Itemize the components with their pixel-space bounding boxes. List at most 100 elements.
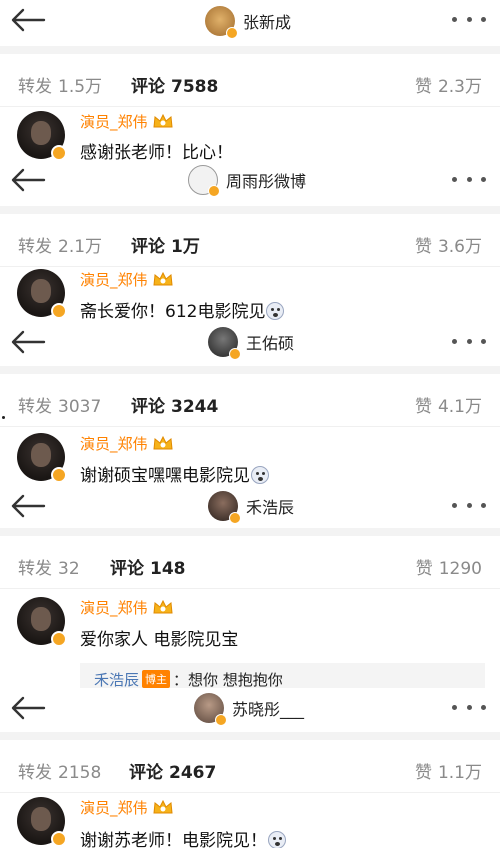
more-dots-icon[interactable] (452, 336, 486, 346)
tab-repost-count: 3037 (58, 397, 102, 417)
header-username: 周雨彤微博 (226, 172, 307, 191)
commenter-avatar[interactable] (17, 597, 67, 647)
tab-comment[interactable]: 评论 3244 (131, 392, 219, 429)
comment-item: 演员_郑伟 感谢张老师！比心！ (0, 106, 500, 162)
tab-like-count: 2.3万 (437, 77, 482, 97)
header-username: 王佑硕 (246, 334, 295, 353)
comment-author[interactable]: 演员_郑伟 (80, 797, 174, 818)
tab-repost-label: 转发 (18, 763, 52, 783)
tab-like-count: 4.1万 (437, 397, 482, 417)
stats-tabs: 转发 2.1万 评论 1万 赞 3.6万 (0, 206, 500, 269)
commenter-avatar[interactable] (17, 269, 67, 319)
comment-text: 谢谢硕宝嘿嘿电影院见 (80, 461, 269, 486)
tab-repost-count: 1.5万 (58, 77, 103, 97)
comment-author[interactable]: 演员_郑伟 (80, 269, 174, 290)
top-bar: 禾浩辰 (0, 488, 500, 528)
tab-comment-label: 评论 (131, 237, 165, 257)
back-arrow-icon[interactable] (10, 168, 46, 192)
header-user[interactable]: 周雨彤微博 (188, 165, 307, 197)
header-username: 张新成 (243, 13, 292, 32)
screenshot-panel-4: 禾浩辰 转发 32 评论 148 赞 1290 演员_郑伟 爱你家人 电影院见宝 (0, 488, 500, 688)
verified-badge-icon (229, 348, 241, 360)
verified-badge-icon (51, 145, 67, 161)
comment-author[interactable]: 演员_郑伟 (80, 597, 174, 618)
tab-comment[interactable]: 评论 7588 (131, 72, 219, 109)
verified-badge-icon (51, 467, 67, 483)
tab-like[interactable]: 赞 1.1万 (415, 758, 482, 783)
stats-tabs: 转发 1.5万 评论 7588 赞 2.3万 (0, 46, 500, 109)
tab-repost[interactable]: 转发 32 (18, 554, 80, 579)
tab-comment-count: 7588 (171, 77, 219, 97)
comment-text: 爱你家人 电影院见宝 (80, 630, 239, 650)
commenter-avatar[interactable] (17, 797, 67, 847)
comment-item: 演员_郑伟 斋长爱你！612电影院见 (0, 266, 500, 322)
commenter-avatar[interactable] (17, 433, 67, 483)
tab-comment-count: 2467 (169, 763, 217, 783)
tab-repost[interactable]: 转发 2158 (18, 758, 101, 783)
screenshot-panel-2: 周雨彤微博 转发 2.1万 评论 1万 赞 3.6万 演员_郑伟 斋长爱你！612电影… (0, 162, 500, 322)
tab-like-label: 赞 (414, 397, 432, 417)
stray-dot (2, 416, 5, 419)
tab-like-label: 赞 (414, 763, 432, 783)
header-user[interactable]: 王佑硕 (208, 327, 295, 360)
tab-repost-count: 32 (58, 559, 80, 579)
tab-like[interactable]: 赞 3.6万 (415, 232, 482, 257)
more-dots-icon[interactable] (452, 174, 486, 184)
screenshot-panel-3: 王佑硕 转发 3037 评论 3244 赞 4.1万 演员_郑伟 谢谢硕宝嘿嘿电影院见 (0, 322, 500, 488)
tab-comment-count: 148 (150, 559, 186, 579)
tab-like[interactable]: 赞 1290 (416, 554, 482, 579)
screenshot-panel-5: 苏晓彤___ 转发 2158 评论 2467 赞 1.1万 演员_郑伟 谢谢苏老师！电… (0, 688, 500, 848)
tab-repost[interactable]: 转发 1.5万 (18, 72, 102, 97)
stats-tabs: 转发 3037 评论 3244 赞 4.1万 (0, 366, 500, 429)
tab-repost[interactable]: 转发 2.1万 (18, 232, 102, 257)
comment-text: 谢谢苏老师！电影院见！ (80, 826, 286, 848)
tab-comment-label: 评论 (110, 559, 144, 579)
commenter-avatar[interactable] (17, 111, 67, 161)
user-avatar (188, 165, 220, 197)
comment-text: 斋长爱你！612电影院见 (80, 297, 285, 322)
tab-comment[interactable]: 评论 2467 (129, 758, 217, 795)
header-username: 禾浩辰 (246, 498, 295, 517)
comment-item: 演员_郑伟 谢谢苏老师！电影院见！ (0, 792, 500, 848)
top-bar: 周雨彤微博 (0, 162, 500, 206)
back-arrow-icon[interactable] (10, 330, 46, 354)
tab-like-count: 1.1万 (437, 763, 482, 783)
header-user[interactable]: 张新成 (205, 6, 292, 39)
tab-comment-count: 3244 (171, 397, 219, 417)
tab-comment[interactable]: 评论 1万 (131, 232, 200, 269)
emoji-icon (268, 831, 286, 848)
tab-comment-label: 评论 (131, 77, 165, 97)
comment-item: 演员_郑伟 谢谢硕宝嘿嘿电影院见 (0, 426, 500, 488)
back-arrow-icon[interactable] (10, 494, 46, 518)
tab-repost[interactable]: 转发 3037 (18, 392, 101, 417)
vip-crown-icon (152, 435, 174, 451)
tab-comment[interactable]: 评论 148 (110, 554, 186, 591)
more-dots-icon[interactable] (452, 702, 486, 712)
tab-like[interactable]: 赞 2.3万 (415, 72, 482, 97)
comment-author[interactable]: 演员_郑伟 (80, 433, 174, 454)
blogger-badge: 博主 (142, 670, 171, 688)
tab-repost-label: 转发 (18, 397, 52, 417)
header-user[interactable]: 苏晓彤___ (194, 693, 304, 726)
tab-repost-label: 转发 (18, 559, 52, 579)
stats-tabs: 转发 2158 评论 2467 赞 1.1万 (0, 732, 500, 795)
stats-tabs: 转发 32 评论 148 赞 1290 (0, 528, 500, 591)
tab-repost-count: 2158 (58, 763, 102, 783)
verified-badge-icon (51, 303, 67, 319)
more-dots-icon[interactable] (452, 14, 486, 24)
tab-like[interactable]: 赞 4.1万 (415, 392, 482, 417)
comment-text: 感谢张老师！比心！ (80, 143, 233, 162)
back-arrow-icon[interactable] (10, 8, 46, 32)
tab-repost-count: 2.1万 (58, 237, 103, 257)
tab-repost-label: 转发 (18, 77, 52, 97)
more-dots-icon[interactable] (452, 500, 486, 510)
tab-repost-label: 转发 (18, 237, 52, 257)
header-user[interactable]: 禾浩辰 (208, 491, 295, 524)
verified-badge-icon (51, 831, 67, 847)
back-arrow-icon[interactable] (10, 696, 46, 720)
verified-badge-icon (215, 714, 227, 726)
reply-text: ：想你 想抱抱你 (173, 671, 283, 689)
reply-author[interactable]: 禾浩辰 (94, 671, 139, 689)
comment-author[interactable]: 演员_郑伟 (80, 111, 174, 132)
top-bar: 王佑硕 (0, 322, 500, 366)
